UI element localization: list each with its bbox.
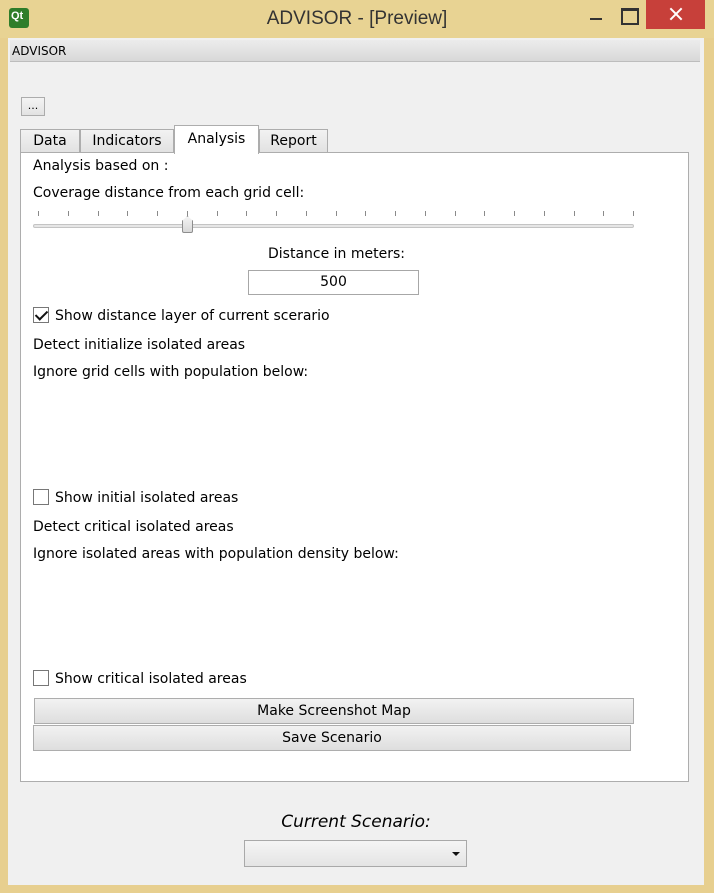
detect-critical-label: Detect critical isolated areas: [33, 519, 234, 535]
slider-tick: [574, 211, 575, 216]
show-distance-layer-label[interactable]: Show distance layer of current scerario: [55, 308, 330, 324]
slider-tick: [187, 211, 188, 216]
show-distance-layer-checkbox[interactable]: [33, 307, 49, 323]
coverage-distance-label: Coverage distance from each grid cell:: [33, 185, 305, 201]
slider-tick: [306, 211, 307, 216]
analysis-based-on-label: Analysis based on :: [33, 158, 169, 174]
tab-analysis[interactable]: Analysis: [174, 125, 259, 154]
ignore-density-label: Ignore isolated areas with population de…: [33, 546, 399, 562]
app-window: Qt ADVISOR - [Preview] ADVISOR ... Data …: [0, 0, 714, 893]
slider-tick: [98, 211, 99, 216]
slider-tick: [395, 211, 396, 216]
show-initial-checkbox[interactable]: [33, 489, 49, 505]
title-bar[interactable]: Qt ADVISOR - [Preview]: [0, 0, 714, 38]
analysis-panel: Analysis based on : Coverage distance fr…: [20, 152, 689, 782]
scenario-select[interactable]: [244, 840, 467, 867]
detect-initial-label: Detect initialize isolated areas: [33, 337, 246, 353]
maximize-icon[interactable]: [617, 2, 643, 30]
slider-tick: [217, 211, 218, 216]
distance-input[interactable]: 500: [248, 270, 419, 295]
slider-tick: [455, 211, 456, 216]
slider-tick: [276, 211, 277, 216]
slider-tick: [544, 211, 545, 216]
slider-tick: [336, 211, 337, 216]
show-critical-checkbox[interactable]: [33, 670, 49, 686]
slider-tick: [246, 211, 247, 216]
tab-data[interactable]: Data: [20, 129, 80, 153]
ignore-grid-cells-label: Ignore grid cells with population below:: [33, 364, 309, 380]
save-scenario-button[interactable]: Save Scenario: [33, 725, 631, 751]
slider-handle[interactable]: [182, 216, 193, 233]
tab-indicators[interactable]: Indicators: [80, 129, 174, 153]
client-area: ADVISOR ... Data Indicators Analysis Rep…: [8, 38, 704, 885]
minimize-icon[interactable]: [584, 2, 610, 30]
browse-button[interactable]: ...: [21, 97, 45, 116]
slider-tick: [603, 211, 604, 216]
slider-tick: [514, 211, 515, 216]
slider-tick: [425, 211, 426, 216]
make-screenshot-map-button[interactable]: Make Screenshot Map: [34, 698, 634, 724]
slider-tick: [633, 211, 634, 216]
show-critical-label[interactable]: Show critical isolated areas: [55, 671, 247, 687]
slider-tick: [157, 211, 158, 216]
close-icon[interactable]: [646, 0, 705, 29]
show-initial-label[interactable]: Show initial isolated areas: [55, 490, 238, 506]
menu-advisor[interactable]: ADVISOR: [12, 44, 66, 58]
slider-tick: [68, 211, 69, 216]
coverage-distance-slider[interactable]: [33, 205, 636, 233]
slider-tick: [38, 211, 39, 216]
current-scenario-label: Current Scenario:: [281, 812, 431, 832]
slider-groove: [33, 224, 634, 228]
slider-tick: [484, 211, 485, 216]
chevron-down-icon[interactable]: [452, 852, 460, 856]
slider-tick: [127, 211, 128, 216]
distance-meters-label: Distance in meters:: [268, 246, 405, 262]
slider-tick: [365, 211, 366, 216]
tab-report[interactable]: Report: [259, 129, 328, 153]
menu-bar[interactable]: ADVISOR: [10, 40, 700, 62]
